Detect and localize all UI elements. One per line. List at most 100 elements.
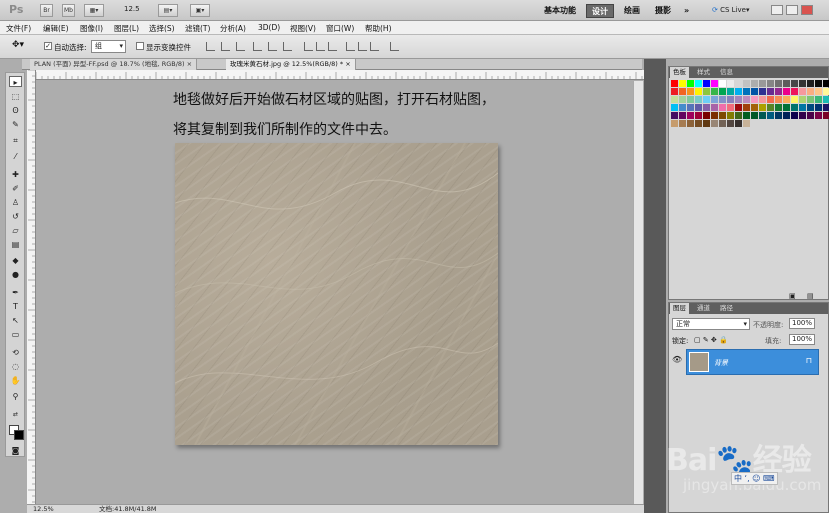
color-swatch[interactable] [727, 88, 734, 95]
move-tool-icon[interactable]: ▸ [9, 76, 22, 87]
workspace-painting[interactable]: 绘画 [624, 4, 640, 18]
color-swatch[interactable] [759, 88, 766, 95]
color-swatch[interactable] [679, 80, 686, 87]
hand-tool-icon[interactable]: ✋ [9, 375, 22, 386]
color-swatch[interactable] [719, 104, 726, 111]
pen-tool-icon[interactable]: ✒ [9, 287, 22, 298]
color-swatch[interactable] [695, 112, 702, 119]
transform-controls-checkbox[interactable] [136, 42, 144, 50]
workspace-design[interactable]: 设计 [586, 4, 614, 18]
crop-tool-icon[interactable]: ⌗ [9, 135, 22, 146]
distribute-left-icon[interactable] [346, 42, 355, 51]
align-right-icon[interactable] [283, 42, 292, 51]
move-tool-preset-icon[interactable]: ✥▾ [12, 40, 24, 50]
menu-3d[interactable]: 3D(D) [258, 23, 280, 32]
stone-texture-image[interactable] [174, 142, 499, 446]
color-swatch[interactable] [767, 96, 774, 103]
dodge-tool-icon[interactable]: ● [9, 269, 22, 280]
color-swatch[interactable] [743, 88, 750, 95]
color-swatch[interactable] [743, 80, 750, 87]
lock-icons[interactable]: ▢ ✎ ✥ 🔒 [694, 336, 728, 344]
autoselect-dropdown[interactable]: 组 [91, 40, 126, 53]
color-swatch[interactable] [775, 96, 782, 103]
color-swatch[interactable] [711, 112, 718, 119]
menu-image[interactable]: 图像(I) [80, 23, 103, 34]
color-swatch[interactable] [823, 80, 829, 87]
type-tool-icon[interactable]: T [9, 301, 22, 312]
menu-edit[interactable]: 编辑(E) [43, 23, 69, 34]
menu-file[interactable]: 文件(F) [6, 23, 31, 34]
ime-toolbar[interactable]: 中 ‘, ☺ ⌨ [731, 472, 778, 485]
distribute-vcenter-icon[interactable] [316, 42, 325, 51]
color-swatch[interactable] [799, 80, 806, 87]
opacity-field[interactable]: 100% [789, 318, 815, 329]
distribute-hcenter-icon[interactable] [358, 42, 367, 51]
color-swatch[interactable] [759, 104, 766, 111]
color-swatch[interactable] [711, 88, 718, 95]
tab-close-icon[interactable]: × [187, 60, 192, 68]
color-swatch[interactable] [695, 104, 702, 111]
blur-tool-icon[interactable]: ◆ [9, 255, 22, 266]
distribute-top-icon[interactable] [304, 42, 313, 51]
color-swatch[interactable] [783, 104, 790, 111]
zoom-level[interactable]: 12.5 [124, 5, 140, 13]
color-swatch[interactable] [815, 88, 822, 95]
color-swatch[interactable] [807, 96, 814, 103]
gradient-tool-icon[interactable]: ▤ [9, 239, 22, 250]
distribute-bottom-icon[interactable] [328, 42, 337, 51]
color-swatch[interactable] [671, 80, 678, 87]
align-bottom-icon[interactable] [236, 42, 245, 51]
color-swatch[interactable] [703, 112, 710, 119]
color-swatch[interactable] [823, 104, 829, 111]
align-hcenter-icon[interactable] [268, 42, 277, 51]
workspace-essentials[interactable]: 基本功能 [544, 4, 576, 18]
close-icon[interactable] [801, 5, 813, 15]
tab-info[interactable]: 信息 [717, 67, 736, 78]
color-swatch[interactable] [679, 104, 686, 111]
color-swatch[interactable] [775, 104, 782, 111]
color-swatch[interactable] [783, 96, 790, 103]
color-swatch[interactable] [687, 88, 694, 95]
tab-paths[interactable]: 路径 [717, 303, 736, 314]
color-swatch[interactable] [799, 112, 806, 119]
arrange-documents-button[interactable]: ▤▾ [158, 4, 178, 17]
color-swatch[interactable] [719, 80, 726, 87]
history-brush-tool-icon[interactable]: ↺ [9, 211, 22, 222]
color-swatch[interactable] [799, 96, 806, 103]
bridge-button[interactable]: Br [40, 4, 53, 17]
color-swatch[interactable] [735, 112, 742, 119]
color-swatch[interactable] [687, 80, 694, 87]
background-color-swatch[interactable] [14, 430, 24, 440]
color-swatch[interactable] [807, 80, 814, 87]
canvas-vertical-scrollbar[interactable] [633, 81, 643, 504]
tab-stone-texture[interactable]: 玫瑰米黄石材.jpg @ 12.5%(RGB/8) * × [226, 59, 356, 70]
color-swatch[interactable] [751, 80, 758, 87]
color-swatch[interactable] [735, 80, 742, 87]
color-swatch[interactable] [727, 120, 734, 127]
color-swatch[interactable] [799, 104, 806, 111]
spot-healing-tool-icon[interactable]: ✚ [9, 169, 22, 180]
menu-select[interactable]: 选择(S) [149, 23, 175, 34]
color-swatch[interactable] [783, 88, 790, 95]
delete-swatch-icon[interactable]: ▤ [807, 292, 814, 300]
tab-plan-document[interactable]: PLAN (平面) 异型-FF.psd @ 18.7% (地毯, RGB/8) … [30, 59, 198, 70]
color-swatch[interactable] [791, 112, 798, 119]
lasso-tool-icon[interactable]: ʘ [9, 105, 22, 116]
color-swatch[interactable] [679, 112, 686, 119]
color-swatch[interactable] [823, 96, 829, 103]
color-swatch[interactable] [711, 104, 718, 111]
color-swatch[interactable] [679, 88, 686, 95]
color-swatch[interactable] [743, 96, 750, 103]
status-zoom[interactable]: 12.5% [33, 505, 54, 513]
menu-window[interactable]: 窗口(W) [326, 23, 354, 34]
color-swatch[interactable] [687, 104, 694, 111]
color-swatch[interactable] [703, 88, 710, 95]
path-selection-tool-icon[interactable]: ↖ [9, 315, 22, 326]
minimize-icon[interactable] [771, 5, 783, 15]
color-swatch[interactable] [727, 80, 734, 87]
color-swatch[interactable] [767, 80, 774, 87]
workspace-photography[interactable]: 摄影 [655, 4, 671, 18]
color-swatch[interactable] [799, 88, 806, 95]
menu-filter[interactable]: 滤镜(T) [185, 23, 210, 34]
3d-orbit-tool-icon[interactable]: ◌ [9, 361, 22, 372]
